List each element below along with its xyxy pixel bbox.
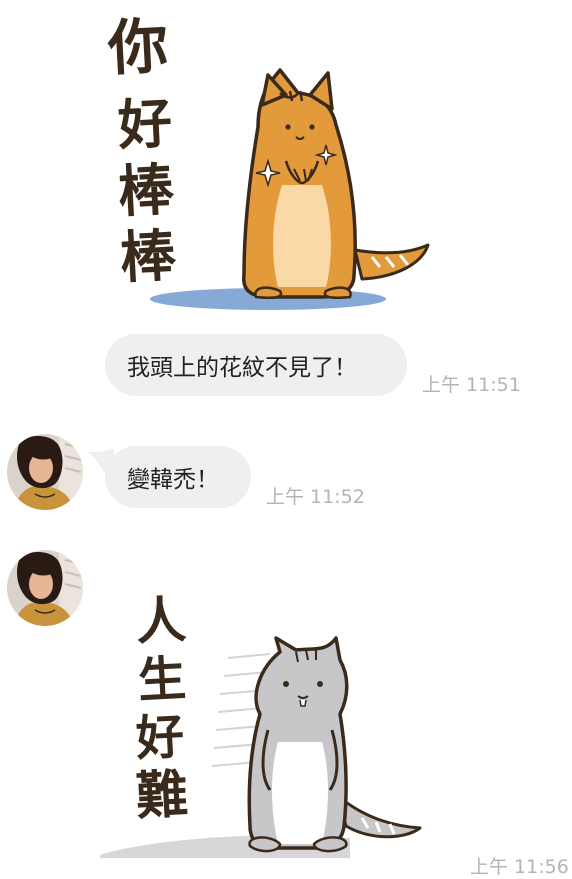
gray-cat-sticker-icon — [100, 636, 422, 858]
message-bubble[interactable]: 我頭上的花紋不見了！ — [105, 334, 407, 396]
message-text: 變韓禿！ — [127, 467, 219, 493]
message-text: 我頭上的花紋不見了！ — [127, 355, 357, 381]
message-timestamp: 上午 11:52 — [266, 486, 365, 508]
sticker-message-2[interactable]: 人 生 好 難 — [100, 590, 440, 860]
orange-cat-sticker-icon — [150, 68, 430, 310]
avatar-photo-icon — [7, 550, 83, 626]
sticker-message-1[interactable]: 你 好 棒 棒 — [100, 10, 440, 320]
message-bubble[interactable]: 變韓禿！ — [105, 446, 251, 508]
avatar[interactable] — [7, 434, 83, 510]
avatar-photo-icon — [7, 434, 83, 510]
avatar[interactable] — [7, 550, 83, 626]
message-timestamp: 上午 11:51 — [422, 374, 521, 396]
message-timestamp: 上午 11:56 — [470, 856, 569, 878]
